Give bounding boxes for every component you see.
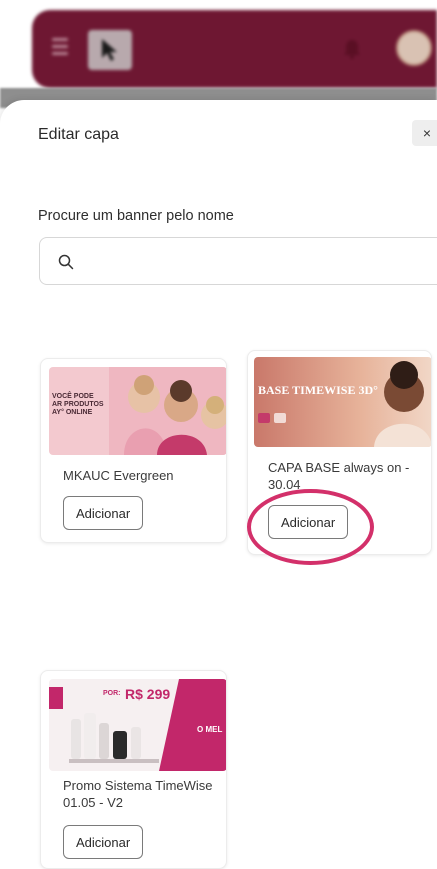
banner-card: POR: R$ 299 O MEL Promo Sistema TimeWise…	[40, 670, 227, 869]
banner-thumbnail: POR: R$ 299 O MEL	[49, 679, 226, 771]
banner-price: R$ 299	[125, 686, 171, 702]
banner-thumbnail: BASE TIMEWISE 3D°	[254, 357, 431, 447]
search-input[interactable]	[84, 248, 424, 276]
banner-price-prefix: POR:	[103, 690, 121, 697]
search-icon	[58, 254, 74, 270]
app-header	[32, 10, 437, 88]
logo[interactable]	[88, 30, 132, 70]
banner-name: MKAUC Evergreen	[63, 468, 174, 483]
banner-tag: O MEL	[197, 725, 223, 734]
add-banner-button[interactable]: Adicionar	[63, 496, 144, 530]
hamburger-icon[interactable]	[52, 38, 74, 56]
user-avatar[interactable]	[396, 30, 432, 66]
close-button[interactable]: ×	[412, 120, 437, 146]
edit-cover-dialog: Editar capa × Procure um banner pelo nom…	[0, 100, 437, 869]
search-field[interactable]	[39, 237, 437, 285]
search-label: Procure um banner pelo nome	[38, 208, 234, 224]
banner-card: VOCÊ PODE AR PRODUTOS AY° ONLINE MKAUC E…	[40, 358, 227, 543]
banner-thumb-text: BASE TIMEWISE 3D°	[258, 383, 378, 397]
bell-icon[interactable]	[342, 38, 362, 60]
cursor-arrow-icon	[102, 39, 117, 61]
add-banner-button[interactable]: Adicionar	[63, 825, 144, 859]
dialog-title: Editar capa	[38, 126, 119, 143]
banner-thumbnail: VOCÊ PODE AR PRODUTOS AY° ONLINE	[49, 367, 226, 455]
banner-thumb-text: VOCÊ PODE AR PRODUTOS AY° ONLINE	[52, 393, 104, 416]
banner-name: CAPA BASE always on - 30.04	[268, 460, 410, 492]
banner-name: Promo Sistema TimeWise 01.05 - V2	[63, 778, 213, 810]
highlight-circle	[247, 489, 374, 565]
